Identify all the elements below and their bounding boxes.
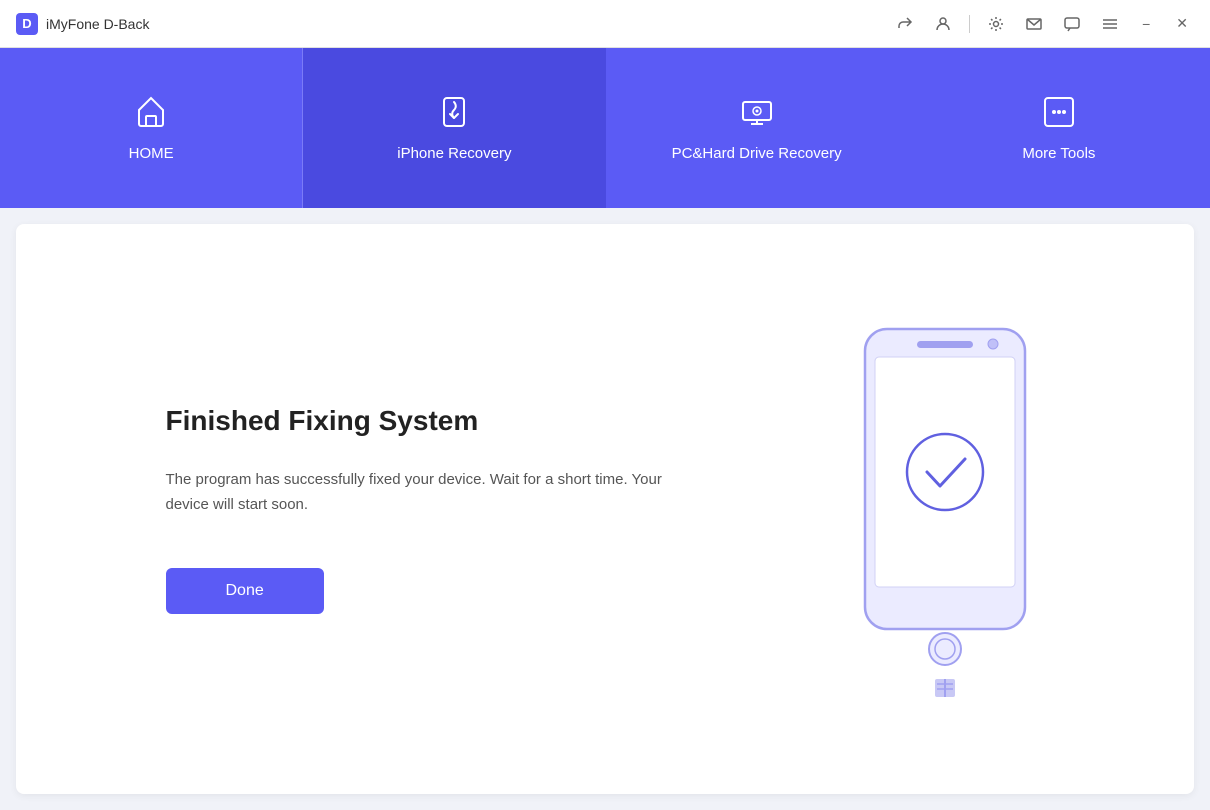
- nav-item-more-tools[interactable]: More Tools: [908, 48, 1210, 208]
- nav-label-home: HOME: [129, 145, 174, 162]
- main-content: Finished Fixing System The program has s…: [16, 224, 1194, 794]
- app-title: iMyFone D-Back: [46, 16, 149, 32]
- nav-label-more-tools: More Tools: [1022, 145, 1095, 162]
- chat-icon[interactable]: [1060, 14, 1084, 34]
- nav-item-iphone-recovery[interactable]: iPhone Recovery: [303, 48, 605, 208]
- navbar: HOME iPhone Recovery PC&Hard Drive Recov…: [0, 48, 1210, 208]
- titlebar: D iMyFone D-Back: [0, 0, 1210, 48]
- settings-icon[interactable]: [984, 14, 1008, 34]
- content-left: Finished Fixing System The program has s…: [166, 405, 666, 614]
- nav-label-pc-recovery: PC&Hard Drive Recovery: [672, 145, 842, 162]
- titlebar-divider: [969, 15, 970, 33]
- minimize-button[interactable]: −: [1136, 14, 1156, 34]
- mail-icon[interactable]: [1022, 14, 1046, 34]
- done-button[interactable]: Done: [166, 568, 324, 614]
- phone-svg: [845, 319, 1045, 699]
- phone-illustration: [845, 319, 1045, 699]
- menu-icon[interactable]: [1098, 14, 1122, 34]
- nav-label-iphone-recovery: iPhone Recovery: [397, 145, 511, 162]
- titlebar-controls: − ✕: [893, 13, 1194, 34]
- more-tools-icon: [1041, 94, 1077, 135]
- nav-item-home[interactable]: HOME: [0, 48, 303, 208]
- app-logo: D: [16, 13, 38, 35]
- content-description: The program has successfully fixed your …: [166, 467, 666, 518]
- nav-item-pc-recovery[interactable]: PC&Hard Drive Recovery: [606, 48, 908, 208]
- account-icon[interactable]: [931, 14, 955, 34]
- titlebar-left: D iMyFone D-Back: [16, 13, 149, 35]
- iphone-recovery-icon: [436, 94, 472, 135]
- content-title: Finished Fixing System: [166, 405, 666, 437]
- close-button[interactable]: ✕: [1170, 13, 1194, 34]
- home-icon: [133, 94, 169, 135]
- pc-recovery-icon: [739, 94, 775, 135]
- share-icon[interactable]: [893, 14, 917, 34]
